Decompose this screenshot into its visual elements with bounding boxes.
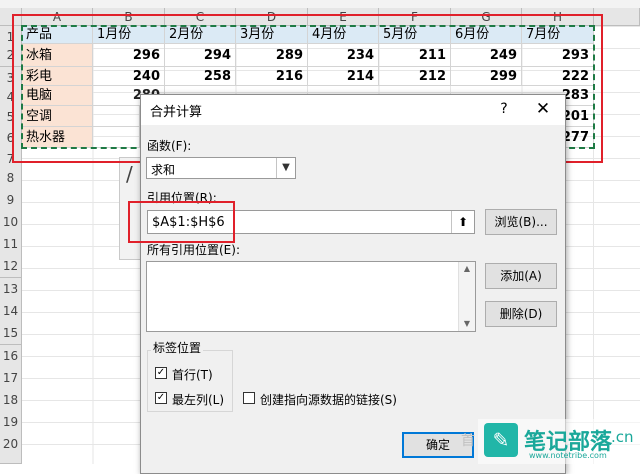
- cell-b6[interactable]: [93, 127, 140, 148]
- all-references-list[interactable]: ▲ ▼: [146, 261, 476, 332]
- cell-e3[interactable]: 214: [308, 67, 379, 86]
- cell-a1[interactable]: 产品: [22, 26, 93, 44]
- cell-a4[interactable]: 电脑: [22, 86, 93, 106]
- cell-a5[interactable]: 空调: [22, 106, 93, 127]
- list-scrollbar[interactable]: ▲ ▼: [458, 262, 475, 331]
- cell-b1[interactable]: 1月份: [93, 26, 165, 44]
- watermark-suffix: .cn: [611, 428, 634, 446]
- row-header-18[interactable]: 18: [0, 389, 22, 412]
- cell-a2[interactable]: 冰箱: [22, 44, 93, 67]
- cell-c1[interactable]: 2月份: [165, 26, 236, 44]
- cell-a3[interactable]: 彩电: [22, 67, 93, 86]
- row-header-13[interactable]: 13: [0, 278, 22, 301]
- column-header-c[interactable]: C: [165, 8, 236, 26]
- row-header-19[interactable]: 19: [0, 411, 22, 434]
- scroll-up-icon[interactable]: ▲: [459, 262, 475, 276]
- cell-f3[interactable]: 212: [379, 67, 451, 86]
- column-header-a[interactable]: A: [22, 8, 93, 26]
- row-header-20[interactable]: 20: [0, 433, 22, 456]
- scroll-down-icon[interactable]: ▼: [459, 317, 475, 331]
- function-label: 函数(F):: [147, 139, 192, 153]
- cell-c2[interactable]: 294: [165, 44, 236, 67]
- column-header-i[interactable]: [594, 8, 640, 26]
- column-header-g[interactable]: G: [451, 8, 522, 26]
- function-value: 求和: [151, 163, 176, 177]
- add-button[interactable]: 添加(A): [485, 263, 557, 289]
- left-column-label[interactable]: 最左列(L): [172, 391, 224, 408]
- column-header-b[interactable]: B: [93, 8, 165, 26]
- cell-e1[interactable]: 4月份: [308, 26, 379, 44]
- cell-f1[interactable]: 5月份: [379, 26, 451, 44]
- row-header-16[interactable]: 16: [0, 345, 22, 368]
- row-header-10[interactable]: 10: [0, 211, 22, 234]
- reference-label: 引用位置(R):: [147, 191, 217, 205]
- left-column-checkbox[interactable]: ✓: [155, 392, 167, 404]
- top-row-label[interactable]: 首行(T): [172, 366, 213, 383]
- row-header-5[interactable]: 5: [0, 106, 22, 129]
- watermark-partial-text: 首: [461, 433, 475, 449]
- collapse-dialog-icon[interactable]: ⬆: [451, 211, 474, 233]
- cell-b2[interactable]: 296: [93, 44, 165, 67]
- cell-h3[interactable]: 222: [522, 67, 594, 86]
- row-header-11[interactable]: 11: [0, 233, 22, 256]
- watermark-logo-icon: ✎: [484, 423, 518, 457]
- row-header-17[interactable]: 17: [0, 367, 22, 390]
- close-button[interactable]: ✕: [530, 99, 556, 119]
- row-header-8[interactable]: 8: [0, 167, 22, 190]
- row-header-9[interactable]: 9: [0, 189, 22, 212]
- cell-h2[interactable]: 293: [522, 44, 594, 67]
- cell-e2[interactable]: 234: [308, 44, 379, 67]
- link-source-label[interactable]: 创建指向源数据的链接(S): [260, 391, 397, 408]
- delete-button[interactable]: 删除(D): [485, 301, 557, 327]
- row-header-14[interactable]: 14: [0, 300, 22, 323]
- cell-g2[interactable]: 249: [451, 44, 522, 67]
- cell-h1[interactable]: 7月份: [522, 26, 594, 44]
- column-header-h[interactable]: H: [522, 8, 594, 26]
- link-source-checkbox[interactable]: [243, 392, 255, 404]
- help-button[interactable]: ?: [494, 99, 514, 119]
- row-header-12[interactable]: 12: [0, 255, 22, 278]
- browse-button[interactable]: 浏览(B)...: [485, 209, 557, 235]
- cell-g3[interactable]: 299: [451, 67, 522, 86]
- chevron-down-icon[interactable]: ▼: [276, 158, 295, 178]
- consolidate-dialog: 合并计算 ? ✕ 函数(F): 求和 ▼ 引用位置(R): $A$1:$H$6 …: [140, 94, 566, 474]
- row-header-15[interactable]: 15: [0, 322, 22, 345]
- cell-f2[interactable]: 211: [379, 44, 451, 67]
- watermark-url: www.notetribe.com: [529, 451, 607, 460]
- cell-c3[interactable]: 258: [165, 67, 236, 86]
- column-header-e[interactable]: E: [308, 8, 379, 26]
- column-header-f[interactable]: F: [379, 8, 451, 26]
- dialog-titlebar: 合并计算 ? ✕: [141, 95, 565, 125]
- top-row-checkbox[interactable]: ✓: [155, 367, 167, 379]
- select-all-corner[interactable]: [0, 8, 22, 26]
- cell-d1[interactable]: 3月份: [236, 26, 308, 44]
- cell-d3[interactable]: 216: [236, 67, 308, 86]
- reference-value: $A$1:$H$6: [152, 215, 225, 230]
- row-header-21[interactable]: [0, 455, 22, 464]
- row-header-6[interactable]: 6: [0, 127, 22, 150]
- cell-g1[interactable]: 6月份: [451, 26, 522, 44]
- column-header-d[interactable]: D: [236, 8, 308, 26]
- cell-b3[interactable]: 240: [93, 67, 165, 86]
- dialog-title: 合并计算: [150, 105, 203, 120]
- all-references-label: 所有引用位置(E):: [147, 243, 240, 257]
- labels-group-title: 标签位置: [151, 339, 204, 356]
- function-select[interactable]: 求和 ▼: [146, 157, 296, 179]
- underlying-panel-text: /: [126, 162, 133, 186]
- reference-input[interactable]: $A$1:$H$6 ⬆: [147, 210, 475, 234]
- cell-d2[interactable]: 289: [236, 44, 308, 67]
- cell-a6[interactable]: 热水器: [22, 127, 93, 148]
- cell-b5[interactable]: [93, 106, 140, 127]
- row-header-2[interactable]: 2: [0, 44, 22, 67]
- top-strip: [0, 0, 640, 8]
